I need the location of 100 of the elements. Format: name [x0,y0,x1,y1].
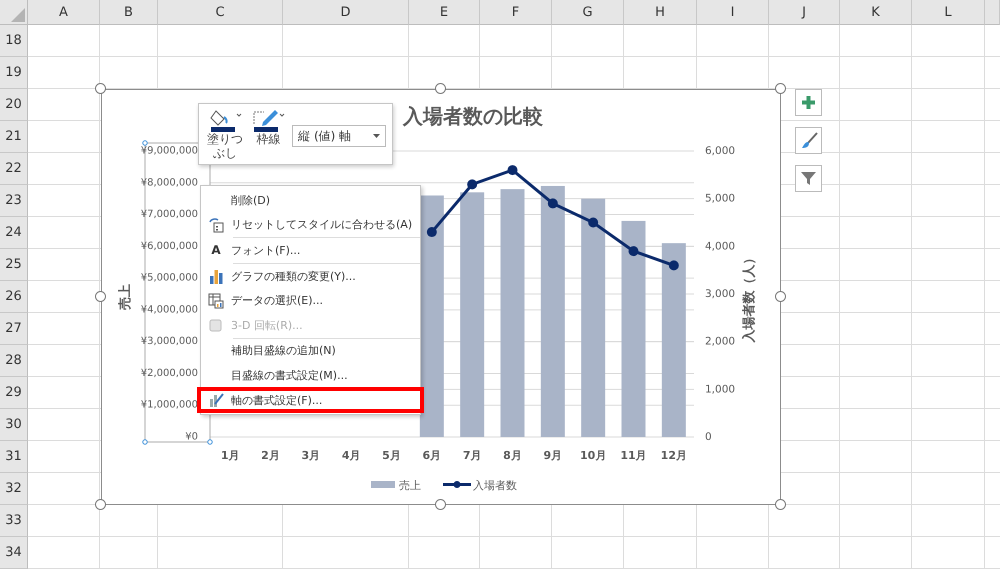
row-header[interactable]: 20 [0,89,28,121]
category-label: 10月 [580,449,606,462]
category-label: 8月 [503,449,522,462]
column-header[interactable]: B [100,0,158,25]
cube-icon [209,318,223,332]
selection-handle[interactable] [207,439,213,445]
menu-item[interactable]: 削除(D) [201,188,420,213]
row-header[interactable]: 25 [0,249,28,281]
chart-title: 入場者数の比較 [403,104,543,128]
row-header[interactable]: 26 [0,281,28,313]
data-table-icon [208,292,224,309]
row-header[interactable]: 24 [0,217,28,249]
row-header[interactable]: 34 [0,537,28,569]
axis-tick-label: 6,000 [705,145,736,157]
category-label: 3月 [302,449,320,462]
axis-tick-label: 0 [705,431,712,443]
column-header[interactable]: I [697,0,769,25]
menu-item[interactable]: 軸の書式設定(F)... [198,388,424,412]
row-header[interactable]: 33 [0,505,28,537]
axis-tick-label: ¥0 [185,432,198,442]
axis-tick-label: ¥8,000,000 [140,177,198,188]
axis-tick-label: ¥7,000,000 [140,209,198,220]
axis-tick-label: 1,000 [705,383,736,396]
paint-bucket-icon [208,108,242,132]
menu-item[interactable]: データの選択(E)... [201,288,420,313]
menu-item[interactable]: 目盛線の書式設定(M)... [201,363,420,388]
axis-tick-label: ¥9,000,000 [140,146,198,156]
axis-tick-label: ¥6,000,000 [140,240,198,252]
filter-icon [800,170,817,187]
legend-line-marker [443,481,471,488]
brush-icon [800,132,818,150]
axis-format-icon [208,392,224,408]
category-label: 6月 [422,449,442,462]
category-label: 12月 [660,449,687,462]
data-point [467,179,478,190]
data-point [508,165,518,176]
column-header[interactable]: H [624,0,697,25]
menu-item[interactable]: 補助目盛線の追加(N) [201,338,420,364]
row-header[interactable]: 32 [0,473,28,505]
add-element-button[interactable] [795,89,822,116]
column-header[interactable]: A [28,0,100,25]
axis-tick-label: ¥5,000,000 [140,272,198,284]
data-point [628,246,638,256]
row-header[interactable]: 21 [0,121,28,153]
reset-style-icon [208,216,224,233]
row-header[interactable]: 22 [0,153,28,185]
corner-triangle-icon [11,8,25,22]
axis-tick-label: ¥3,000,000 [140,336,198,348]
column-header[interactable]: J [769,0,840,25]
axis-title: 入場者数（人） [742,252,757,342]
column-header[interactable]: C [158,0,283,25]
category-label: 2月 [261,449,280,462]
row-header[interactable]: 23 [0,185,28,217]
bar-chart-icon [208,268,224,284]
menu-item[interactable]: A フォント(F)... [201,238,420,263]
category-label: 11月 [620,449,647,462]
row-header[interactable]: 29 [0,377,28,409]
data-point [668,260,679,270]
category-label: 5月 [382,449,401,462]
font-icon: A [211,243,221,258]
column-header[interactable]: E [409,0,480,25]
axis-tick-label: ¥4,000,000 [140,304,198,316]
row-header[interactable]: 19 [0,57,28,89]
selection-handle[interactable] [142,439,148,445]
legend-swatch [371,481,395,488]
fill-button[interactable]: 塗りつぶし [205,108,245,160]
column-header[interactable]: L [912,0,985,25]
plus-icon [801,95,816,110]
axis-tick-label: ¥2,000,000 [140,368,198,379]
row-header[interactable]: 18 [0,25,28,57]
category-label: 7月 [462,449,482,462]
menu-item[interactable]: グラフの種類の変更(Y)... [201,264,420,288]
column-header[interactable]: D [283,0,409,25]
legend-label: 入場者数 [473,479,517,492]
legend-label: 売上 [399,479,421,492]
axis-tick-label: 3,000 [705,288,736,300]
selection-handle[interactable] [142,140,148,146]
data-point [426,227,437,238]
outline-button[interactable]: 枠線 [248,108,288,146]
row-header[interactable]: 27 [0,313,28,345]
row-header[interactable]: 28 [0,345,28,377]
category-label: 4月 [342,449,360,462]
category-label: 1月 [220,449,240,462]
data-point [548,198,558,208]
data-point [588,218,598,228]
axis-tick-label: ¥1,000,000 [140,400,198,411]
column-header[interactable]: K [840,0,912,25]
filter-button[interactable] [795,165,822,192]
brush-style-button[interactable] [795,127,822,154]
row-header[interactable]: 31 [0,441,28,473]
menu-item[interactable]: リセットしてスタイルに合わせる(A) [201,212,420,238]
dropdown-caret-icon [373,134,380,138]
chart-element-dropdown[interactable]: 縦 (値) 軸 [292,125,386,147]
axis-tick-label: 4,000 [705,240,736,252]
category-label: 9月 [544,449,562,462]
column-header[interactable]: G [552,0,624,25]
axis-title: 売上 [118,284,133,310]
column-header[interactable]: F [480,0,552,25]
row-header[interactable]: 30 [0,409,28,441]
axis-tick-label: 2,000 [705,336,736,348]
